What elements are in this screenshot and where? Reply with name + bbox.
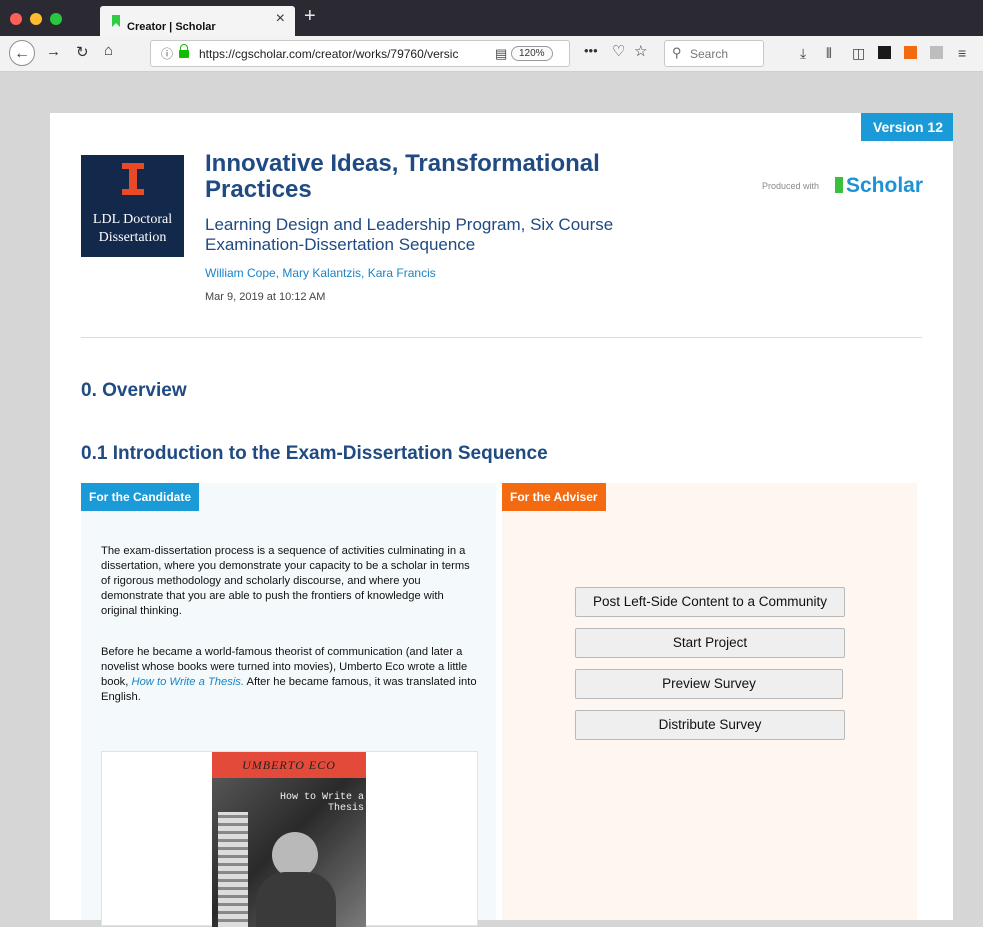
zoom-level[interactable]: 120%: [511, 46, 553, 61]
version-badge: Version 12: [860, 113, 953, 141]
work-title: Innovative Ideas, Transformational Pract…: [205, 150, 600, 203]
adviser-panel: For the Adviser Post Left-Side Content t…: [502, 483, 917, 920]
book-cover-image: UMBERTO ECO How to Write a Thesis: [212, 752, 366, 927]
work-date: Mar 9, 2019 at 10:12 AM: [205, 291, 326, 303]
logo-text: LDL Doctoral Dissertation: [81, 211, 184, 247]
logo-line-1: LDL Doctoral: [92, 212, 173, 227]
intro-paragraph: The exam-dissertation process is a seque…: [101, 545, 470, 617]
eco-paragraph: Before he became a world-famous theorist…: [101, 645, 479, 705]
reader-icon[interactable]: ▤: [495, 46, 507, 62]
illinois-i-icon: [122, 163, 144, 195]
preview-survey-button[interactable]: Preview Survey: [575, 669, 843, 699]
heading-intro: 0.1 Introduction to the Exam-Dissertatio…: [81, 443, 548, 464]
new-tab-button[interactable]: +: [304, 5, 316, 28]
lock-icon: [179, 44, 189, 58]
url-text[interactable]: https://cgscholar.com/creator/works/7976…: [199, 47, 469, 61]
tab-close-icon[interactable]: ×: [276, 10, 285, 28]
download-icon[interactable]: ⤓: [800, 45, 806, 62]
pocket-icon[interactable]: ♡: [612, 42, 625, 60]
pdf-icon[interactable]: [878, 46, 891, 59]
scholar-logo-icon: [835, 177, 843, 193]
post-to-community-button[interactable]: Post Left-Side Content to a Community: [575, 587, 845, 617]
distribute-survey-button[interactable]: Distribute Survey: [575, 710, 845, 740]
info-icon[interactable]: ⓘ: [161, 45, 173, 62]
menu-icon[interactable]: ≡: [958, 45, 966, 61]
work-subtitle: Learning Design and Leadership Program, …: [205, 215, 614, 254]
library-icon[interactable]: ⫴: [826, 45, 832, 62]
search-placeholder: Search: [690, 47, 729, 61]
home-icon[interactable]: ⌂: [104, 42, 113, 59]
minimize-window-button[interactable]: [30, 13, 42, 25]
bookmark-star-icon[interactable]: ☆: [634, 42, 647, 60]
forward-icon[interactable]: →: [46, 43, 61, 60]
back-icon[interactable]: ←: [9, 40, 35, 66]
ldl-logo: LDL Doctoral Dissertation: [81, 155, 184, 257]
scholar-favicon-icon: [112, 15, 120, 27]
logo-line-2: Dissertation: [98, 230, 167, 245]
extension-icon[interactable]: [930, 46, 943, 59]
browser-tab[interactable]: Creator | Scholar ×: [100, 6, 295, 36]
header-divider: [81, 337, 922, 338]
work-authors[interactable]: William Cope, Mary Kalantzis, Kara Franc…: [205, 266, 436, 280]
book-author: UMBERTO ECO: [212, 752, 366, 778]
search-box[interactable]: ⚲ Search: [664, 40, 764, 67]
candidate-panel: For the Candidate The exam-dissertation …: [81, 483, 496, 927]
heading-overview: 0. Overview: [81, 380, 187, 401]
work-page: Version 12 LDL Doctoral Dissertation Inn…: [50, 113, 953, 927]
nav-bar: ← → ↻ ⌂ ⓘ https://cgscholar.com/creator/…: [0, 36, 983, 72]
close-window-button[interactable]: [10, 13, 22, 25]
sidebar-icon[interactable]: ◫: [852, 45, 865, 62]
scholar-brand[interactable]: Scholar: [846, 174, 923, 198]
cover-books: [218, 812, 248, 927]
extension-icon[interactable]: [904, 46, 917, 59]
produced-with-label: Produced with: [762, 181, 820, 191]
book-title: How to Write a Thesis: [279, 792, 364, 814]
url-bar[interactable]: ⓘ https://cgscholar.com/creator/works/79…: [150, 40, 570, 67]
maximize-window-button[interactable]: [50, 13, 62, 25]
book-image-frame: UMBERTO ECO How to Write a Thesis: [101, 751, 478, 927]
candidate-label: For the Candidate: [81, 483, 200, 511]
reload-icon[interactable]: ↻: [76, 43, 89, 61]
adviser-label: For the Adviser: [502, 483, 606, 511]
more-icon[interactable]: •••: [584, 43, 598, 58]
start-project-button[interactable]: Start Project: [575, 628, 845, 658]
cover-body: [256, 872, 336, 927]
how-to-write-thesis-link[interactable]: How to Write a Thesis.: [131, 676, 244, 688]
tab-bar: Creator | Scholar × +: [0, 0, 983, 36]
search-icon: ⚲: [672, 45, 682, 60]
